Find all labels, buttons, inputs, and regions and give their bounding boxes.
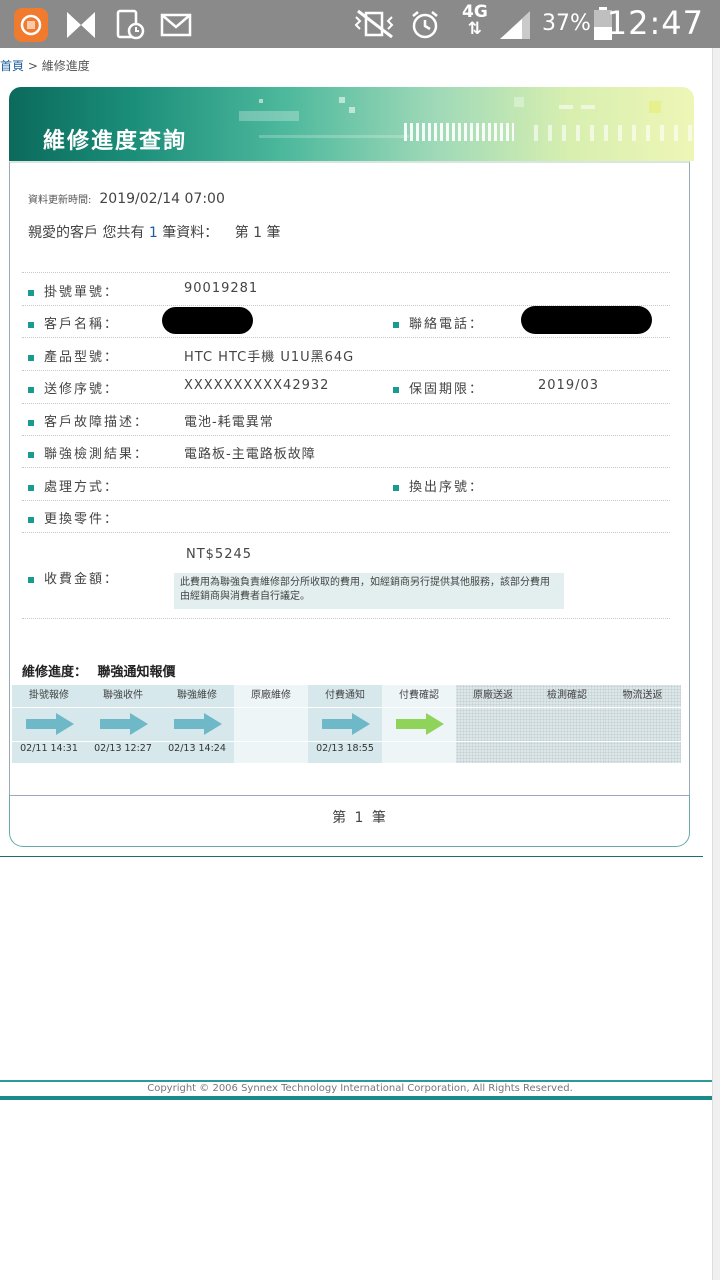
step-date: 02/11 14:31 bbox=[20, 743, 78, 754]
warranty-value: 2019/03 bbox=[538, 378, 600, 393]
mail-icon bbox=[160, 8, 194, 42]
update-time: 資料更新時間: 2019/02/14 07:00 bbox=[28, 191, 225, 207]
fee-note: 此費用為聯強負責維修部分所收取的費用，如經銷商另行提供其他服務，該部分費用由經銷… bbox=[174, 573, 564, 609]
step-label: 聯強維修 bbox=[177, 690, 217, 701]
scrollbar[interactable] bbox=[712, 48, 720, 1280]
step-label: 聯強收件 bbox=[103, 690, 143, 701]
breadcrumb: 首頁 > 維修進度 bbox=[0, 57, 90, 74]
row-divider bbox=[22, 337, 670, 338]
swap-serial-label: 換出序號： bbox=[393, 476, 484, 495]
parts-label: 更換零件： bbox=[28, 508, 119, 527]
progress-step: 檢測確認 bbox=[530, 685, 604, 763]
progress-step: 原廠送返 bbox=[456, 685, 530, 763]
progress-step-current: 付費確認 bbox=[382, 685, 456, 763]
progress-step: 聯強維修 02/13 14:24 bbox=[160, 685, 234, 763]
signal-bars-icon bbox=[498, 9, 532, 43]
fault-value: 電池-耗電異常 bbox=[184, 415, 274, 430]
step-label: 檢測確認 bbox=[547, 690, 587, 701]
mi-app-icon bbox=[14, 8, 48, 42]
progress-step: 物流送返 bbox=[604, 685, 681, 763]
diagnosis-label: 聯強檢測結果： bbox=[28, 443, 149, 462]
alarm-icon bbox=[409, 9, 443, 43]
step-date: 02/13 14:24 bbox=[168, 743, 226, 754]
fee-label: 收費金額： bbox=[28, 568, 119, 587]
4g-signal-icon: 4G ⇅ bbox=[462, 4, 488, 38]
progress-status: 聯強通知報價 bbox=[97, 665, 176, 680]
warranty-label: 保固期限： bbox=[393, 378, 484, 397]
greeting-suffix: 筆資料： bbox=[162, 225, 219, 241]
progress-step: 付費通知 02/13 18:55 bbox=[308, 685, 382, 763]
vibrate-off-icon bbox=[352, 9, 394, 43]
row-divider bbox=[22, 500, 670, 501]
breadcrumb-current: 維修進度 bbox=[41, 59, 90, 73]
update-time-label: 資料更新時間: bbox=[28, 195, 92, 206]
breadcrumb-home-link[interactable]: 首頁 bbox=[0, 59, 24, 73]
pagination: 第 1 筆 bbox=[332, 810, 388, 826]
row-divider bbox=[22, 370, 670, 371]
step-label: 原廠送返 bbox=[473, 690, 513, 701]
progress-step: 掛號報修 02/11 14:31 bbox=[12, 685, 86, 763]
arrow-right-icon bbox=[100, 713, 148, 735]
divider bbox=[0, 856, 703, 857]
model-value: HTC HTC手機 U1U黑64G bbox=[184, 350, 355, 365]
row-divider bbox=[22, 467, 670, 468]
battery-percent: 37% bbox=[542, 11, 591, 36]
page-banner: 維修進度查詢 bbox=[9, 87, 694, 161]
arrow-right-icon bbox=[396, 713, 444, 735]
arrow-right-icon bbox=[174, 713, 222, 735]
step-label: 付費確認 bbox=[399, 690, 439, 701]
breadcrumb-separator: > bbox=[27, 59, 38, 73]
fee-value: NT$5245 bbox=[186, 547, 253, 562]
row-divider bbox=[22, 618, 670, 619]
record-index: 第 1 筆 bbox=[234, 225, 281, 241]
contact-phone-redacted bbox=[521, 306, 652, 334]
page-title: 維修進度查詢 bbox=[43, 128, 188, 154]
progress-step: 聯強收件 02/13 12:27 bbox=[86, 685, 160, 763]
step-date: 02/13 18:55 bbox=[316, 743, 374, 754]
contact-phone-label: 聯絡電話： bbox=[393, 313, 484, 332]
ticket-no-label: 掛號單號： bbox=[28, 281, 119, 300]
progress-step: 原廠維修 bbox=[234, 685, 308, 763]
row-divider bbox=[22, 435, 670, 436]
clock: 12:47 bbox=[606, 4, 704, 42]
updown-arrows: ⇅ bbox=[467, 19, 483, 39]
serial-label: 送修序號： bbox=[28, 378, 119, 397]
row-divider bbox=[22, 272, 670, 273]
row-divider bbox=[22, 532, 670, 533]
copyright: Copyright © 2006 Synnex Technology Inter… bbox=[0, 1080, 720, 1100]
step-label: 掛號報修 bbox=[29, 690, 69, 701]
progress-title: 維修進度： 聯強通知報價 bbox=[22, 661, 176, 680]
step-label: 付費通知 bbox=[325, 690, 365, 701]
step-label: 原廠維修 bbox=[251, 690, 291, 701]
arrow-right-icon bbox=[322, 713, 370, 735]
serial-value: XXXXXXXXXX42932 bbox=[184, 378, 330, 393]
process-label: 處理方式： bbox=[28, 476, 119, 495]
step-label: 物流送返 bbox=[622, 690, 663, 701]
customer-name-label: 客戶名稱： bbox=[28, 313, 119, 332]
diagnosis-value: 電路板-主電路板故障 bbox=[184, 447, 316, 462]
status-bar: 4G ⇅ 37% 12:47 bbox=[0, 0, 720, 48]
row-divider bbox=[22, 403, 670, 404]
phone-clock-icon bbox=[114, 8, 148, 42]
record-summary: 親愛的客戶 您共有 1 筆資料： 第 1 筆 bbox=[28, 222, 281, 242]
progress-tracker: 掛號報修 02/11 14:31 聯強收件 02/13 12:27 聯強維修 0… bbox=[12, 685, 681, 763]
progress-title-label: 維修進度： bbox=[22, 665, 88, 680]
hourglass-app-icon bbox=[64, 8, 98, 42]
ticket-no-value: 90019281 bbox=[184, 281, 259, 296]
greeting-prefix: 親愛的客戶 您共有 bbox=[28, 225, 145, 241]
customer-name-redacted bbox=[162, 307, 253, 334]
arrow-right-icon bbox=[26, 713, 74, 735]
update-time-value: 2019/02/14 07:00 bbox=[99, 191, 225, 207]
fault-label: 客戶故障描述： bbox=[28, 411, 149, 430]
model-label: 產品型號： bbox=[28, 346, 119, 365]
record-total: 1 bbox=[148, 225, 158, 241]
step-date: 02/13 12:27 bbox=[94, 743, 152, 754]
